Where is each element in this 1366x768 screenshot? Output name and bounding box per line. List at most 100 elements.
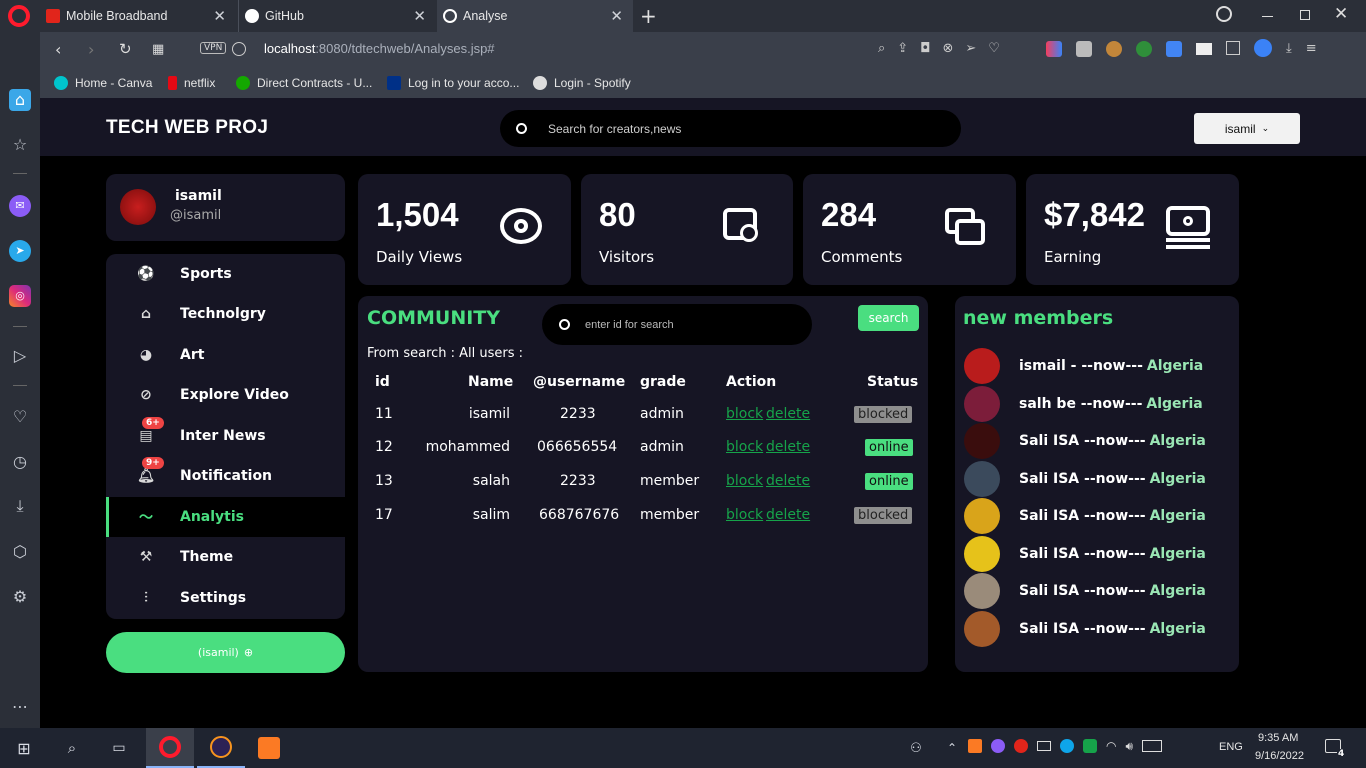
telegram-icon[interactable]: ➤ — [9, 240, 31, 262]
reload-button[interactable]: ↻ — [119, 40, 132, 58]
member-item[interactable]: Sali ISA --now--- Algeria — [964, 535, 1206, 572]
member-item[interactable]: Sali ISA --now--- Algeria — [964, 573, 1206, 609]
menu-item-technolgry[interactable]: ⌂ Technolgry — [106, 294, 345, 334]
bookmark-paypal[interactable]: Log in to your acco... — [387, 68, 519, 98]
block-icon[interactable]: ⊗ — [942, 41, 953, 56]
member-item[interactable]: Sali ISA --now--- Algeria — [964, 460, 1206, 497]
member-item[interactable]: Sali ISA --now--- Algeria — [964, 423, 1206, 459]
xampp-tray-icon[interactable] — [968, 739, 982, 753]
huawei-tray-icon[interactable] — [1014, 739, 1028, 753]
menu-item-analytis[interactable]: 〜 Analytis — [106, 497, 345, 537]
people-icon[interactable]: ⚇ — [906, 728, 926, 768]
menu-item-theme[interactable]: ⚒ Theme — [106, 537, 345, 577]
tabs-grid-icon[interactable]: ▦ — [152, 42, 164, 57]
volume-icon[interactable]: 🔊︎ — [1125, 739, 1133, 754]
close-tab-icon[interactable]: ✕ — [610, 7, 623, 25]
history-icon[interactable]: ◷ — [9, 451, 31, 473]
menu-item-notification[interactable]: 🔔︎ 9+ Notification — [106, 456, 345, 496]
share-icon[interactable]: ⇪ — [897, 41, 908, 56]
profile-icon[interactable] — [1254, 39, 1272, 57]
delete-link[interactable]: delete — [766, 507, 810, 523]
language-indicator[interactable]: ENG — [1219, 741, 1243, 753]
url-field[interactable]: localhost:8080/tdtechweb/Analyses.jsp# — [264, 41, 495, 56]
xampp-taskbar-icon[interactable] — [248, 728, 290, 768]
eclipse-tray-icon[interactable] — [991, 739, 1005, 753]
snapshot-icon[interactable]: ◘ — [920, 41, 930, 56]
bookmark-spotify[interactable]: Login - Spotify — [533, 68, 631, 98]
clock-time[interactable]: 9:35 AM — [1258, 732, 1298, 744]
delete-link[interactable]: delete — [766, 406, 810, 422]
instagram-icon[interactable]: ◎ — [9, 285, 31, 307]
delete-link[interactable]: delete — [766, 439, 810, 455]
windows-start-icon[interactable]: ⊞ — [12, 728, 36, 768]
close-tab-icon[interactable]: ✕ — [213, 7, 226, 25]
opera-taskbar-icon[interactable] — [146, 728, 194, 768]
heart-icon[interactable]: ♡ — [988, 41, 1000, 56]
search-icon[interactable]: ⌕ — [60, 728, 84, 768]
app-logo[interactable]: TECH WEB PROJ — [106, 117, 268, 139]
member-item[interactable]: Sali ISA --now--- Algeria — [964, 498, 1206, 534]
heart-icon[interactable]: ♡ — [9, 406, 31, 428]
block-link[interactable]: block — [726, 406, 763, 422]
messenger-icon[interactable]: ✉ — [9, 195, 31, 217]
cube-icon[interactable] — [1226, 41, 1240, 55]
star-icon[interactable]: ☆ — [9, 134, 31, 156]
tab-search-icon[interactable] — [1216, 6, 1232, 22]
back-button[interactable]: ‹ — [55, 40, 61, 59]
extension-icon[interactable] — [1136, 41, 1152, 57]
member-item[interactable]: ismail - --now--- Algeria — [964, 348, 1203, 384]
eclipse-taskbar-icon[interactable] — [197, 728, 245, 768]
search-input[interactable]: Search for creators,news — [548, 122, 681, 136]
new-tab-button[interactable]: + — [640, 4, 657, 28]
block-link[interactable]: block — [726, 473, 763, 489]
opera-logo-icon[interactable] — [8, 5, 30, 27]
id-search-input[interactable]: enter id for search — [585, 319, 674, 331]
home-icon[interactable]: ⌂ — [9, 89, 31, 111]
download-icon[interactable]: ⤓ — [9, 495, 31, 517]
zoom-icon[interactable]: ⌕ — [878, 41, 885, 56]
menu-item-sports[interactable]: ⚽ Sports — [106, 254, 345, 294]
defender-tray-icon[interactable] — [1083, 739, 1097, 753]
battery-icon[interactable] — [1037, 741, 1051, 751]
menu-item-explore-video[interactable]: ⊘ Explore Video — [106, 375, 345, 415]
close-window-button[interactable]: ✕ — [1334, 4, 1348, 24]
bookmark-upwork[interactable]: Direct Contracts - U... — [236, 68, 372, 98]
wifi-icon[interactable]: ◠ — [1106, 739, 1116, 754]
menu-item-art[interactable]: ◕ Art — [106, 335, 345, 375]
tab-analyse[interactable]: Analyse ✕ — [437, 0, 633, 32]
task-view-icon[interactable]: ▭ — [107, 728, 131, 768]
easy-setup-icon[interactable]: ≡ — [1306, 41, 1317, 57]
vpn-badge[interactable]: VPN — [200, 42, 227, 54]
member-item[interactable]: salh be --now--- Algeria — [964, 385, 1203, 422]
keyboard-icon[interactable] — [1142, 740, 1163, 752]
show-hidden-icons[interactable]: ⌃ — [944, 728, 960, 768]
extension-icon[interactable] — [1076, 41, 1092, 57]
user-dropdown[interactable]: isamil ⌄ — [1194, 113, 1300, 144]
extension-icon[interactable] — [1046, 41, 1062, 57]
bookmark-netflix[interactable]: netflix — [168, 68, 215, 98]
menu-item-inter-news[interactable]: ▤ 6+ Inter News — [106, 416, 345, 456]
sync-tray-icon[interactable] — [1060, 739, 1074, 753]
more-icon[interactable]: ⋯ — [9, 696, 31, 718]
tab-github[interactable]: GitHub ✕ — [238, 0, 436, 32]
delete-link[interactable]: delete — [766, 473, 810, 489]
close-tab-icon[interactable]: ✕ — [413, 7, 426, 25]
minimize-button[interactable] — [1262, 16, 1273, 17]
community-search[interactable]: enter id for search — [542, 304, 812, 345]
menu-item-settings[interactable]: ⫶ Settings — [106, 578, 345, 618]
search-button[interactable]: search — [858, 305, 919, 331]
bookmark-canva[interactable]: Home - Canva — [54, 68, 152, 98]
tab-mobile-broadband[interactable]: Mobile Broadband ✕ — [40, 0, 236, 32]
block-link[interactable]: block — [726, 439, 763, 455]
restore-button[interactable] — [1300, 10, 1310, 20]
send-icon[interactable]: ➢ — [965, 41, 976, 56]
site-info-icon[interactable] — [232, 42, 246, 56]
block-link[interactable]: block — [726, 507, 763, 523]
cube-icon[interactable]: ⬡ — [9, 541, 31, 563]
clock-date[interactable]: 9/16/2022 — [1255, 750, 1304, 762]
download-icon[interactable]: ⤓ — [1286, 41, 1292, 57]
mail-icon[interactable] — [1196, 43, 1212, 55]
logout-button[interactable]: (isamil) ⊕ — [106, 632, 345, 673]
player-icon[interactable]: ▷ — [9, 345, 31, 367]
gear-icon[interactable]: ⚙ — [9, 586, 31, 608]
